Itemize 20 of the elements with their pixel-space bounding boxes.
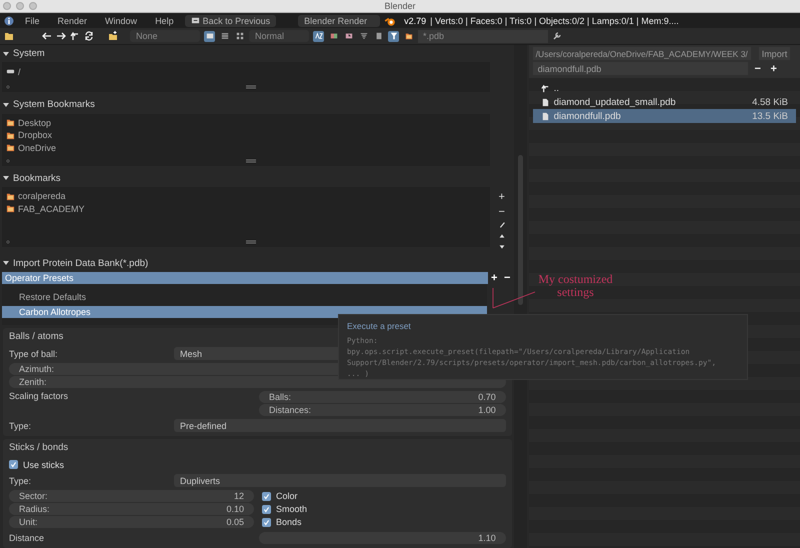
version-label: v2.79 (404, 16, 426, 26)
field-label: Type: (9, 420, 32, 430)
group-title: Sticks / bonds (9, 442, 68, 455)
field-label: Distance (9, 532, 46, 542)
checkbox-label: Use sticks (23, 460, 64, 470)
section-title: Import Protein Data Bank(*.pdb) (13, 258, 148, 269)
tooltip-title: Execute a preset (347, 321, 412, 331)
section-title: System (13, 48, 45, 60)
section-title: System Bookmarks (13, 99, 95, 110)
window-title: Blender (384, 1, 416, 11)
field-label: Type: (9, 476, 32, 486)
checkbox-label: Color (276, 491, 298, 501)
group-title: Balls / atoms (9, 331, 64, 344)
annotation-text: My costumized settings (537, 273, 614, 299)
section-title: Bookmarks (13, 172, 61, 184)
checkbox-label: Smooth (276, 504, 308, 514)
field-label: Scaling factors (9, 391, 70, 401)
scene-stats: | Verts:0 | Faces:0 | Tris:0 | Objects:0/2 | Lamps:0/1 | Mem:9.... (430, 16, 679, 26)
field-label: Type of ball: (9, 348, 59, 358)
checkbox-label: Bonds (276, 517, 302, 527)
